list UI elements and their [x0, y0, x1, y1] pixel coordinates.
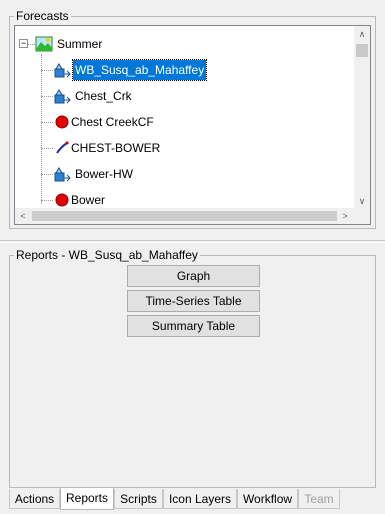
forecasts-title: Forecasts [14, 9, 71, 23]
tree-node-label: Summer [57, 37, 103, 51]
forecast-landscape-icon [35, 36, 53, 52]
tree-node-label: Chest CreekCF [71, 115, 154, 129]
tab-icon-layers[interactable]: Icon Layers [163, 489, 237, 509]
scroll-down-arrow-icon[interactable]: ∨ [354, 193, 370, 209]
tab-actions[interactable]: Actions [9, 489, 60, 509]
scroll-right-arrow-icon[interactable]: > [337, 208, 353, 224]
graph-button[interactable]: Graph [127, 265, 260, 287]
splitter[interactable] [0, 240, 385, 243]
collapse-toggle[interactable]: − [19, 39, 28, 48]
reservoir-icon [54, 63, 71, 78]
scroll-up-arrow-icon[interactable]: ∧ [354, 26, 370, 42]
forecast-tree[interactable]: − Summer WB_Susq_ab_Mahaffey Chest_Crk C… [14, 25, 371, 225]
tree-node-label: WB_Susq_ab_Mahaffey [71, 59, 208, 81]
scroll-left-arrow-icon[interactable]: < [15, 208, 31, 224]
tree-node-label: CHEST-BOWER [71, 141, 161, 155]
reservoir-icon [54, 167, 71, 182]
tab-team: Team [298, 489, 340, 509]
tree-node-label: Chest_Crk [75, 89, 132, 103]
time-series-table-button[interactable]: Time-Series Table [127, 290, 260, 312]
reports-panel: Reports - WB_Susq_ab_Mahaffey Graph Time… [9, 248, 376, 488]
tab-reports[interactable]: Reports [60, 488, 114, 510]
summary-table-button[interactable]: Summary Table [127, 315, 260, 337]
horizontal-scrollbar[interactable]: < > [15, 208, 370, 224]
tab-workflow[interactable]: Workflow [237, 489, 298, 509]
red-circle-icon [55, 115, 69, 129]
red-circle-icon [55, 193, 69, 207]
tree-node-label: Bower-HW [75, 167, 134, 181]
tree-node-label: Bower [71, 193, 106, 207]
horizontal-scroll-thumb[interactable] [32, 211, 337, 221]
reservoir-icon [54, 89, 71, 104]
reach-line-icon [56, 141, 69, 154]
reports-title: Reports - WB_Susq_ab_Mahaffey [14, 248, 200, 262]
tab-scripts[interactable]: Scripts [114, 489, 163, 509]
vertical-scrollbar[interactable]: ∧ ∨ [354, 26, 370, 209]
vertical-scroll-thumb[interactable] [356, 44, 368, 57]
forecasts-panel: Forecasts − Summer WB_Susq_ab_Mahaffey C… [9, 9, 376, 229]
